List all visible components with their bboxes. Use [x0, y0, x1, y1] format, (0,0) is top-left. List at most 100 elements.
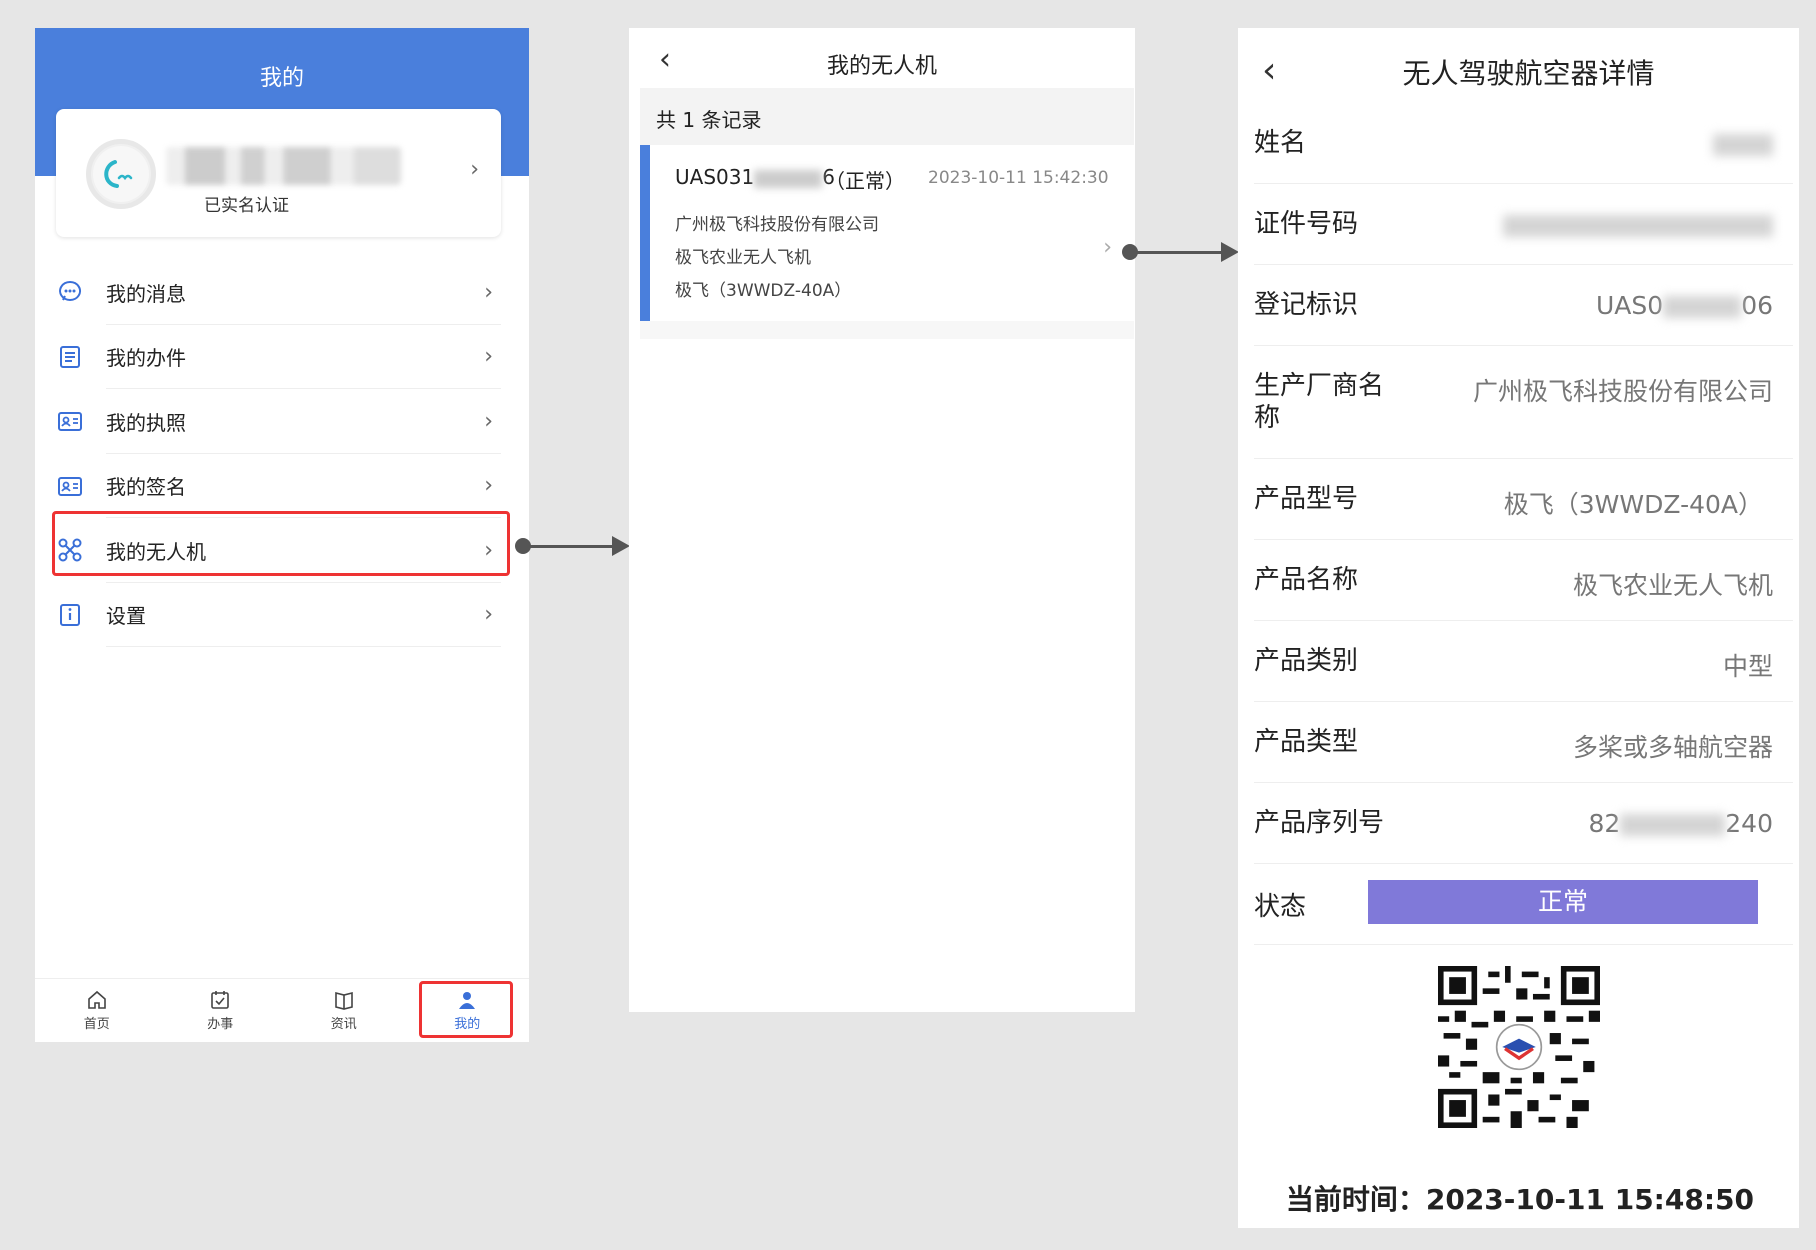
row-reg-mark: 登记标识 UAS0 06: [1254, 265, 1793, 346]
menu-item-settings[interactable]: 设置 ›: [56, 583, 501, 647]
nav-label: 资讯: [330, 1017, 357, 1032]
blurred-value: [1503, 215, 1773, 237]
field-label: 状态: [1254, 892, 1307, 922]
blurred-value: [1663, 296, 1742, 318]
chevron-right-icon: ›: [470, 157, 479, 182]
settings-icon: [56, 601, 84, 629]
serial-prefix: 82: [1588, 809, 1621, 838]
field-value: 极飞（3WWDZ-40A）: [1503, 490, 1763, 519]
home-icon: [87, 990, 106, 1009]
record-accent-bar: [640, 145, 650, 321]
message-icon: [56, 278, 84, 306]
my-drones-screen: ‹ 我的无人机 共 1 条记录 UAS031 6 （正常） 2023-10-11 …: [629, 28, 1135, 1012]
field-label: 姓名: [1254, 128, 1307, 158]
row-model: 产品型号 极飞（3WWDZ-40A）: [1254, 459, 1793, 540]
field-label: 生产厂商名称: [1254, 371, 1385, 433]
field-value: UAS0 06: [1596, 291, 1773, 320]
nav-home[interactable]: 首页: [35, 979, 159, 1042]
record-id: UAS031 6: [675, 165, 835, 189]
page-title: 我的无人机: [826, 54, 937, 79]
record-id-prefix: UAS031: [675, 165, 755, 189]
license-icon: [56, 407, 84, 435]
blurred-value: [1713, 134, 1773, 156]
arrow-head-icon: [612, 536, 630, 556]
field-label: 产品型号: [1254, 484, 1359, 514]
menu-item-label: 我的执照: [106, 410, 186, 435]
serial-suffix: 240: [1725, 809, 1773, 838]
field-value: 82 240: [1588, 809, 1773, 838]
chevron-right-icon: ›: [1103, 235, 1112, 260]
qr-code: [1438, 966, 1600, 1128]
current-time-label: 当前时间：: [1285, 1183, 1426, 1216]
menu-item-signature[interactable]: 我的签名 ›: [56, 454, 501, 518]
row-id-number: 证件号码: [1254, 184, 1793, 265]
nav-news[interactable]: 资讯: [282, 979, 406, 1042]
page-title: 无人驾驶航空器详情: [1402, 57, 1655, 90]
drone-menu-highlight: [52, 511, 510, 576]
status-badge: 正常: [1368, 880, 1758, 924]
field-value: 极飞农业无人飞机: [1572, 571, 1773, 600]
page-title: 我的: [259, 66, 304, 91]
field-value: 中型: [1722, 652, 1773, 681]
blurred-id: [754, 169, 823, 188]
chevron-right-icon: ›: [484, 344, 493, 370]
field-value: 多桨或多轴航空器: [1572, 733, 1773, 762]
signature-icon: [56, 472, 84, 500]
my-page-screen: 我的 已实名认证 › 我的消息 › 我的办件 › 我的执照 › 我的签名 › 我…: [35, 28, 529, 1042]
nav-label: 办事: [207, 1017, 234, 1032]
chevron-right-icon: ›: [484, 602, 493, 628]
record-time: 2023-10-11 15:42:30: [928, 168, 1109, 188]
row-manufacturer: 生产厂商名称 广州极飞科技股份有限公司: [1254, 346, 1793, 459]
menu-item-label: 我的消息: [106, 281, 186, 306]
current-time-value: 2023-10-11 15:48:50: [1425, 1183, 1754, 1216]
menu-item-license[interactable]: 我的执照 ›: [56, 389, 501, 454]
reg-mark-prefix: UAS0: [1596, 291, 1664, 320]
field-label: 产品序列号: [1254, 808, 1385, 838]
chevron-right-icon: ›: [484, 408, 493, 434]
record-status: （正常）: [825, 169, 905, 193]
menu-list: 我的消息 › 我的办件 › 我的执照 › 我的签名 › 我的无人机 › 设置 ›: [56, 260, 501, 647]
profile-card[interactable]: 已实名认证 ›: [56, 109, 501, 237]
row-name: 姓名: [1254, 103, 1793, 184]
flow-arrow-line: [1132, 251, 1228, 254]
nav-label: 首页: [83, 1017, 110, 1032]
arrow-head-icon: [1221, 242, 1239, 262]
row-type: 产品类型 多桨或多轴航空器: [1254, 702, 1793, 783]
drone-record-card[interactable]: UAS031 6 （正常） 2023-10-11 15:42:30 广州极飞科技股…: [640, 145, 1134, 339]
record-count: 共 1 条记录: [656, 108, 762, 132]
drone-detail-screen: ‹ 无人驾驶航空器详情 姓名 证件号码 登记标识 UAS0 06 生产厂商名称 广…: [1238, 28, 1799, 1228]
record-manufacturer: 广州极飞科技股份有限公司: [675, 215, 879, 235]
field-label: 证件号码: [1254, 209, 1359, 239]
record-model: 极飞（3WWDZ-40A）: [675, 281, 852, 301]
current-time: 当前时间：2023-10-11 15:48:50: [1286, 1178, 1754, 1218]
detail-list: 姓名 证件号码 登记标识 UAS0 06 生产厂商名称 广州极飞科技股份有限公司 …: [1254, 103, 1793, 945]
task-icon: [211, 991, 230, 1009]
avatar-icon: [93, 146, 149, 202]
verified-label: 已实名认证: [204, 196, 289, 216]
flow-arrow-line: [525, 545, 619, 548]
menu-item-cases[interactable]: 我的办件 ›: [56, 325, 501, 389]
row-category: 产品类别 中型: [1254, 621, 1793, 702]
record-count-bar: 共 1 条记录: [640, 88, 1134, 145]
field-label: 产品名称: [1254, 565, 1359, 595]
row-serial: 产品序列号 82 240: [1254, 783, 1793, 864]
record-product-name: 极飞农业无人飞机: [675, 248, 811, 268]
avatar: [86, 139, 156, 209]
nav-mine-highlight: [419, 981, 513, 1038]
document-icon: [56, 343, 84, 371]
title-bar: ‹ 我的无人机: [629, 28, 1135, 88]
reg-mark-suffix: 06: [1741, 291, 1773, 320]
menu-item-messages[interactable]: 我的消息 ›: [56, 260, 501, 325]
field-label: 产品类别: [1254, 646, 1359, 676]
chevron-right-icon: ›: [484, 473, 493, 499]
row-status: 状态 正常: [1254, 864, 1793, 945]
field-label: 产品类型: [1254, 727, 1359, 757]
nav-tasks[interactable]: 办事: [159, 979, 283, 1042]
blurred-value: [1620, 814, 1726, 836]
menu-item-label: 设置: [106, 604, 146, 629]
news-icon: [334, 991, 353, 1010]
chevron-right-icon: ›: [484, 279, 493, 305]
row-product-name: 产品名称 极飞农业无人飞机: [1254, 540, 1793, 621]
menu-item-label: 我的签名: [106, 475, 186, 500]
field-value: [1713, 129, 1773, 158]
